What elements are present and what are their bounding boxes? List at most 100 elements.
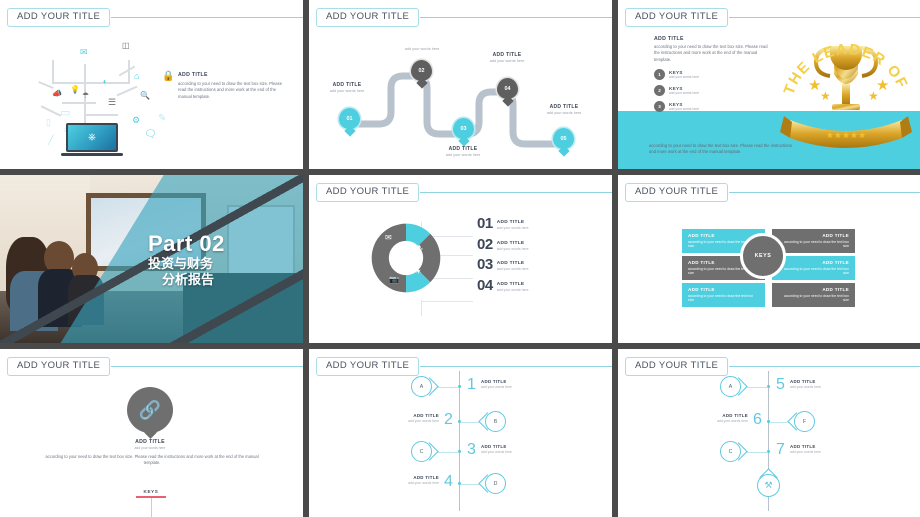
caption-sub: add your words here bbox=[134, 446, 166, 450]
keys-vertical-line bbox=[150, 498, 152, 517]
timeline-letter-c[interactable]: C bbox=[718, 441, 748, 462]
svg-text:★★★★★: ★★★★★ bbox=[826, 131, 866, 141]
timeline-letter-b[interactable]: B bbox=[478, 411, 508, 432]
slide-3[interactable]: ADD YOUR TITLE ADD TITLE according to yo… bbox=[618, 0, 920, 169]
slide-title: ADD YOUR TITLE bbox=[7, 356, 111, 376]
road-pin-03[interactable]: 03 bbox=[453, 118, 474, 147]
part-label-block: Part 02 投资与财务 分析报告 bbox=[148, 232, 298, 289]
slide-4[interactable]: Part 02 投资与财务 分析报告 bbox=[0, 175, 303, 343]
slide-3-text-block: ADD TITLE according to your need to draw… bbox=[654, 36, 774, 113]
timeline-number-1: 1 bbox=[467, 376, 476, 393]
slide-2[interactable]: ADD YOUR TITLE 01 ADD TITLE add your wor… bbox=[309, 0, 612, 169]
timeline-letter-c[interactable]: C bbox=[409, 441, 439, 462]
item-title: ADD TITLE bbox=[496, 281, 525, 287]
slide-7-title-bar: ADD YOUR TITLE bbox=[7, 356, 303, 376]
key-sub: add your words here bbox=[669, 75, 700, 80]
slide-1-body: according to your need to draw the text … bbox=[178, 81, 283, 99]
keys-label: KEYS bbox=[143, 489, 159, 494]
key-item[interactable]: 3 KEYS add your words here bbox=[654, 101, 774, 113]
timeline-text-6: ADD TITLE add your words here bbox=[717, 413, 748, 423]
title-rule bbox=[111, 16, 303, 18]
timeline-text-7: ADD TITLE add your words here bbox=[790, 444, 821, 454]
part-cn-line-2: 分析报告 bbox=[162, 273, 215, 288]
slide-1-heading: ADD TITLE bbox=[178, 72, 208, 78]
donut-chart: ✉ ➷ ✶ 📷 bbox=[367, 219, 445, 297]
road-pin-01[interactable]: 01 bbox=[339, 108, 360, 137]
road-label-05: ADD TITLE add your words here bbox=[546, 104, 582, 115]
key-icon: ➷ bbox=[417, 243, 424, 252]
timeline-number-5: 5 bbox=[776, 376, 785, 393]
slide-5[interactable]: ADD YOUR TITLE ✉ ➷ ✶ 📷 01 ADD TITLE add … bbox=[309, 175, 612, 343]
road-label-03: ADD TITLE add your words here bbox=[445, 146, 481, 157]
slide-6-title-bar: ADD YOUR TITLE bbox=[625, 182, 920, 202]
item-number: 03 bbox=[477, 256, 493, 273]
slide-title: ADD YOUR TITLE bbox=[625, 356, 729, 376]
timeline-text-3: ADD TITLE add your words here bbox=[481, 444, 512, 454]
slide-1[interactable]: ADD YOUR TITLE ✉ 💡 ◫ ⌂ 🔒 ◖ 📣 ☰ ▭ ▯ ⚙ ✎ 🗨… bbox=[0, 0, 303, 169]
key-box-right-bot[interactable]: ADD TITLE according to your need to draw… bbox=[772, 283, 855, 307]
list-item[interactable]: 01 ADD TITLE add your words here bbox=[477, 215, 597, 232]
home-icon: ⌂ bbox=[134, 71, 140, 81]
slide-title: ADD YOUR TITLE bbox=[625, 182, 729, 202]
item-sub: add your words here bbox=[496, 246, 529, 251]
item-sub: add your words here bbox=[496, 287, 529, 292]
title-rule bbox=[420, 16, 612, 18]
timeline-letter-a[interactable]: A bbox=[718, 376, 748, 397]
slide-title: ADD YOUR TITLE bbox=[7, 7, 111, 27]
road-label-02: add your words here bbox=[404, 47, 440, 51]
slide-9[interactable]: ADD YOUR TITLE A 5 ADD TITLE add your wo… bbox=[618, 349, 920, 517]
timeline-number-2: 2 bbox=[444, 411, 453, 428]
slide-3-heading: ADD TITLE bbox=[654, 36, 684, 42]
laptop-icon: ⎈ bbox=[61, 123, 123, 156]
item-number: 01 bbox=[477, 215, 493, 232]
camera-icon: 📷 bbox=[389, 275, 399, 284]
item-sub: add your words here bbox=[496, 267, 529, 271]
road-pin-05[interactable]: 05 bbox=[553, 128, 574, 157]
slide-3-footer: according to your need to draw the text … bbox=[649, 142, 792, 154]
wand-icon: ✶ bbox=[415, 267, 422, 276]
network-icon-cluster: ✉ 💡 ◫ ⌂ 🔒 ◖ 📣 ☰ ▭ ▯ ⚙ ✎ 🗨 🔍 ✂ ☂ ▫ ╱ ⎈ bbox=[22, 30, 174, 156]
timeline-letter-d[interactable]: D bbox=[478, 473, 508, 494]
wifi-icon: ◖ bbox=[102, 77, 107, 86]
timeline-text-1: ADD TITLE add your words here bbox=[481, 379, 512, 389]
timeline-number-3: 3 bbox=[467, 441, 476, 458]
trophy-graphic: ★ ★ ★ ★ ★★★★★ THE LEADER OF THE YEAR bbox=[770, 3, 916, 156]
slide-title: ADD YOUR TITLE bbox=[316, 356, 420, 376]
tools-icon[interactable]: ⚒ bbox=[756, 468, 781, 498]
item-sub: add your words here bbox=[496, 226, 529, 230]
center-keys-circle[interactable]: KEYS bbox=[740, 233, 786, 279]
road-pin-02[interactable]: 02 bbox=[411, 60, 432, 89]
megaphone-icon: 📣 bbox=[52, 89, 62, 98]
envelope-icon: ✉ bbox=[80, 47, 88, 57]
list-item[interactable]: 02 ADD TITLE add your words here bbox=[477, 237, 597, 252]
timeline-text-2: ADD TITLE add your words here bbox=[408, 413, 439, 423]
slide-5-title-bar: ADD YOUR TITLE bbox=[316, 182, 612, 202]
slide-8-title-bar: ADD YOUR TITLE bbox=[316, 356, 612, 376]
title-rule bbox=[729, 191, 920, 193]
key-item[interactable]: 1 KEYS add your words here bbox=[654, 69, 774, 81]
road-pin-04[interactable]: 04 bbox=[497, 78, 518, 107]
timeline-letter-a[interactable]: A bbox=[409, 376, 439, 397]
numbered-list: 01 ADD TITLE add your words here 02 ADD … bbox=[477, 215, 597, 299]
key-sub: add your words here bbox=[669, 91, 700, 96]
slide-1-text-block: ADD TITLE according to your need to draw… bbox=[178, 72, 286, 100]
timeline-axis bbox=[459, 371, 460, 511]
title-rule bbox=[111, 365, 303, 367]
slide-8[interactable]: ADD YOUR TITLE A 1 ADD TITLE add your wo… bbox=[309, 349, 612, 517]
key-item[interactable]: 2 KEYS add your words here bbox=[654, 85, 774, 97]
slide-7[interactable]: ADD YOUR TITLE 🔗 ADD TITLE add your word… bbox=[0, 349, 303, 517]
chat-bubble-icon: 🗨 bbox=[144, 129, 157, 140]
envelope-icon: ✉ bbox=[385, 233, 392, 242]
slide-6[interactable]: ADD YOUR TITLE ADD TITLE according to yo… bbox=[618, 175, 920, 343]
list-item[interactable]: 04 ADD TITLE add your words here bbox=[477, 276, 597, 294]
timeline-letter-f[interactable]: F bbox=[787, 411, 817, 432]
road-label-01: ADD TITLE add your words here bbox=[329, 82, 365, 93]
key-box-left-bot[interactable]: ADD TITLE according to your need to draw… bbox=[682, 283, 765, 307]
list-item[interactable]: 03 ADD TITLE add your words here bbox=[477, 256, 597, 273]
item-number: 04 bbox=[477, 276, 493, 294]
gear-icon: ⚙ bbox=[132, 115, 141, 125]
slide-7-body: according to your need to draw the text … bbox=[45, 454, 259, 466]
road-label-04: ADD TITLE add your words here bbox=[489, 52, 525, 63]
item-title: ADD TITLE bbox=[496, 261, 525, 266]
item-title: ADD TITLE bbox=[496, 240, 525, 246]
